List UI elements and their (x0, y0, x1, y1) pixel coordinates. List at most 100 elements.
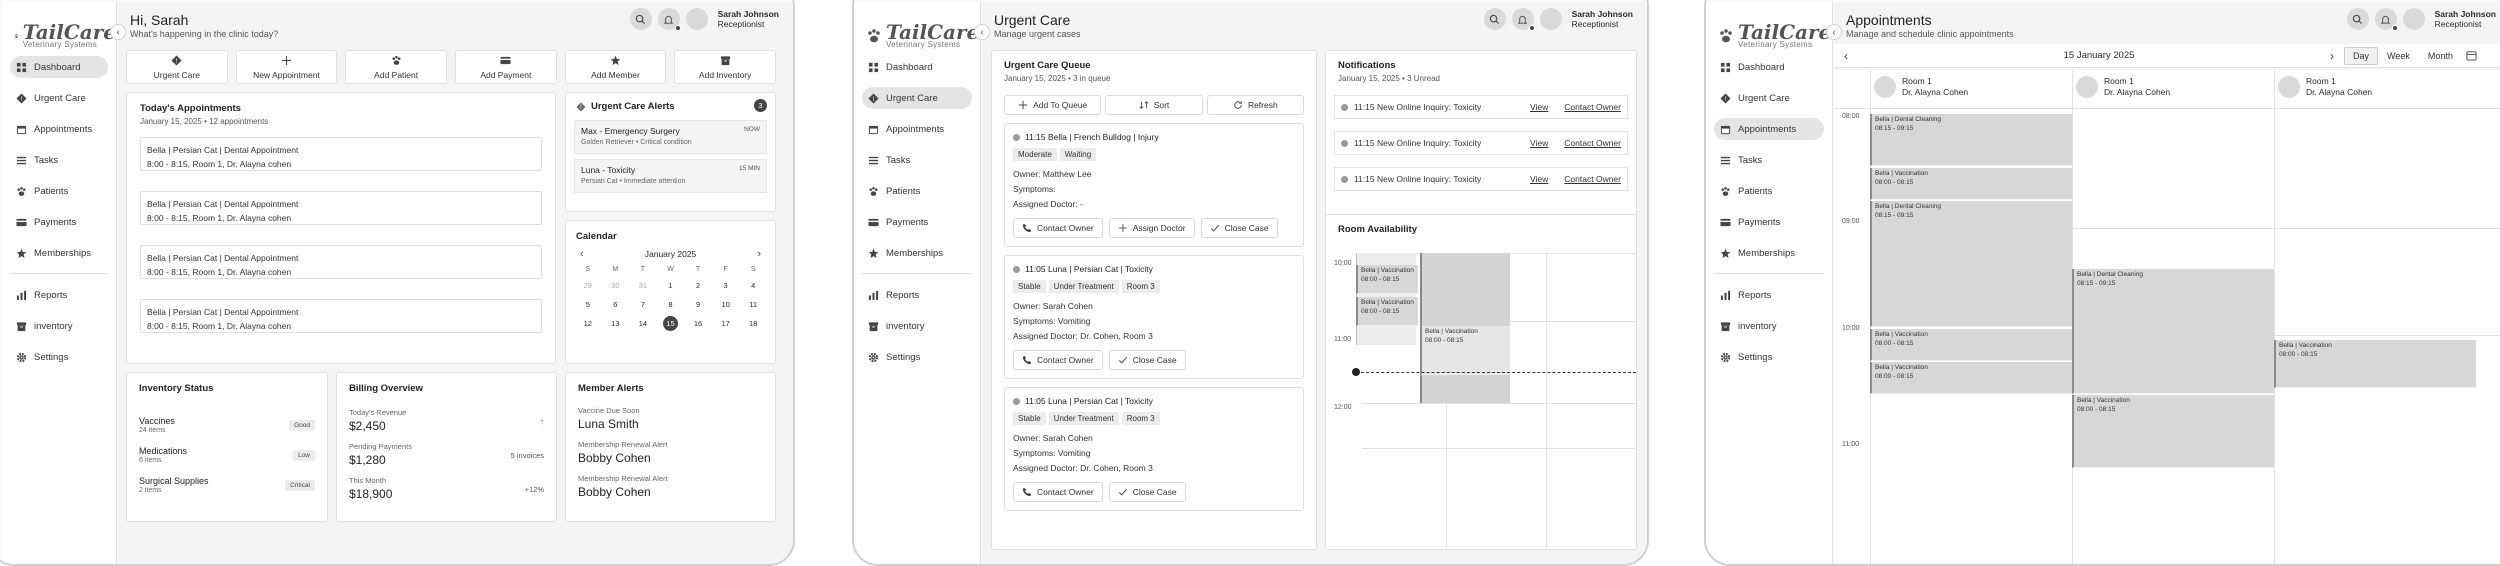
refresh-button[interactable]: Refresh (1206, 95, 1304, 115)
quick-action-new-appointment[interactable]: New Appointment (235, 50, 338, 84)
notification-item[interactable]: 11:15 New Online Inquiry: Toxicity View Co… (1334, 95, 1628, 119)
next-month-button[interactable]: › (757, 248, 761, 260)
avatar[interactable] (685, 8, 708, 30)
search-button[interactable] (2346, 8, 2369, 30)
quick-action-urgent-care[interactable]: ! Urgent Care (126, 50, 228, 84)
urgent-case-card[interactable]: 11:05 Luna | Persian Cat | Toxicity Stabl… (1004, 255, 1304, 379)
appointment-item[interactable]: Bella | Persian Cat | Dental Appointment… (140, 137, 542, 171)
calendar-day[interactable]: 10 (712, 295, 740, 314)
sidebar-item-urgent-care[interactable]: ! Urgent Care (1714, 87, 1824, 109)
inventory-row[interactable]: Surgical Supplies 2 items Critical (139, 476, 315, 494)
collapse-sidebar-button[interactable]: ‹ (110, 24, 126, 40)
collapse-sidebar-button[interactable]: ‹ (1826, 24, 1842, 40)
sidebar-item-dashboard[interactable]: Dashboard (1714, 56, 1824, 78)
sidebar-item-memberships[interactable]: Memberships (862, 242, 972, 264)
appointment-event[interactable]: Bella | Vaccination 08:00 - 08:15 (2072, 395, 2274, 468)
contact-owner-button[interactable]: Contact Owner (1013, 482, 1103, 502)
view-link[interactable]: View (1530, 138, 1548, 148)
contact-owner-link[interactable]: Contact Owner (1564, 174, 1621, 184)
search-button[interactable] (629, 8, 652, 30)
sidebar-item-tasks[interactable]: Tasks (862, 149, 972, 171)
calendar-day[interactable]: 18 (739, 314, 767, 333)
urgent-alert-item[interactable]: Max - Emergency Surgery Golden Retriever … (574, 120, 767, 154)
sidebar-item-memberships[interactable]: Memberships (1714, 242, 1824, 264)
calendar-day[interactable]: 7 (629, 295, 657, 314)
sidebar-item-settings[interactable]: Settings (1714, 346, 1824, 368)
quick-action-add-payment[interactable]: Add Payment (455, 50, 557, 84)
close-case-button[interactable]: Close Case (1108, 350, 1186, 370)
appointment-event[interactable]: Bella | Vaccination 08:00 - 08:15 (1870, 362, 2072, 394)
urgent-case-card[interactable]: 11:15 Bella | French Bulldog | Injury Mod… (1004, 123, 1304, 247)
sidebar-item-urgent-care[interactable]: ! Urgent Care (10, 87, 108, 109)
calendar-day[interactable]: 8 (657, 295, 685, 314)
appointment-item[interactable]: Bella | Persian Cat | Dental Appointment… (140, 245, 542, 279)
prev-month-button[interactable]: ‹ (580, 248, 584, 260)
calendar-day[interactable]: 2 (684, 276, 712, 295)
sidebar-item-inventory[interactable]: inventory (1714, 315, 1824, 337)
avatar[interactable] (1539, 8, 1562, 30)
calendar-day[interactable]: 9 (684, 295, 712, 314)
quick-action-add-inventory[interactable]: Add Inventory (674, 50, 776, 84)
add-to-queue-button[interactable]: Add To Queue (1004, 95, 1102, 115)
inventory-row[interactable]: Vaccines 24 items Good (139, 416, 315, 434)
notification-item[interactable]: 11:15 New Online Inquiry: Toxicity View Co… (1334, 167, 1628, 191)
sidebar-item-appointments[interactable]: Appointments (1714, 118, 1824, 140)
calendar-day[interactable]: 4 (739, 276, 767, 295)
calendar-day[interactable]: 5 (574, 295, 602, 314)
notifications-button[interactable] (1511, 8, 1535, 31)
contact-owner-link[interactable]: Contact Owner (1564, 138, 1621, 148)
sidebar-item-tasks[interactable]: Tasks (1714, 149, 1824, 171)
close-case-button[interactable]: Close Case (1108, 482, 1186, 502)
urgent-alert-item[interactable]: Luna - Toxicity Persian Cat • Immediate a… (574, 159, 767, 193)
notification-item[interactable]: 11:15 New Online Inquiry: Toxicity View Co… (1334, 131, 1628, 155)
view-tab-day[interactable]: Day (2344, 46, 2379, 65)
quick-action-add-patient[interactable]: Add Patient (345, 50, 447, 84)
sidebar-item-patients[interactable]: Patients (1714, 180, 1824, 202)
view-link[interactable]: View (1530, 174, 1548, 184)
view-tab-week[interactable]: Week (2378, 47, 2419, 65)
quick-action-add-member[interactable]: Add Member (564, 50, 667, 84)
member-alert-item[interactable]: Vaccine Due Soon Luna Smith (578, 406, 763, 431)
sidebar-item-tasks[interactable]: Tasks (10, 149, 108, 171)
sidebar-item-appointments[interactable]: Appointments (862, 118, 972, 140)
next-day-button[interactable]: › (2330, 49, 2334, 63)
calendar-day[interactable]: 12 (574, 314, 602, 333)
appointment-item[interactable]: Bella | Persian Cat | Dental Appointment… (140, 191, 542, 225)
close-case-button[interactable]: Close Case (1200, 218, 1278, 238)
room-event[interactable]: Bella | Vaccination 08:00 - 08:15 (1356, 297, 1418, 326)
sidebar-item-reports[interactable]: Reports (862, 284, 972, 306)
collapse-sidebar-button[interactable]: ‹ (974, 24, 990, 40)
member-alert-item[interactable]: Membership Renewal Alert Bobby Cohen (578, 474, 763, 499)
sidebar-item-reports[interactable]: Reports (1714, 284, 1824, 306)
calendar-day[interactable]: 13 (602, 314, 630, 333)
calendar-day[interactable]: 29 (574, 276, 602, 295)
appointment-event[interactable]: Bella | Vaccination 08:00 - 08:15 (1870, 329, 2072, 361)
sidebar-item-settings[interactable]: Settings (10, 346, 108, 368)
sidebar-item-reports[interactable]: Reports (10, 284, 108, 306)
calendar-day[interactable]: 30 (602, 276, 630, 295)
appointment-event[interactable]: Bella | Dental Cleaning 08:15 - 09:15 (1870, 201, 2072, 327)
sidebar-item-dashboard[interactable]: Dashboard (10, 56, 108, 78)
sidebar-item-patients[interactable]: Patients (862, 180, 972, 202)
sidebar-item-inventory[interactable]: inventory (862, 315, 972, 337)
view-tab-month[interactable]: Month (2419, 47, 2462, 65)
sidebar-item-payments[interactable]: Payments (1714, 211, 1824, 233)
sort-button[interactable]: Sort (1105, 95, 1203, 115)
calendar-day[interactable]: 31 (629, 276, 657, 295)
calendar-day[interactable]: 16 (684, 314, 712, 333)
notifications-button[interactable] (657, 8, 681, 31)
contact-owner-button[interactable]: Contact Owner (1013, 218, 1103, 238)
assign-doctor-button[interactable]: Assign Doctor (1108, 218, 1195, 238)
sidebar-item-memberships[interactable]: Memberships (10, 242, 108, 264)
calendar-day[interactable]: 3 (712, 276, 740, 295)
calendar-day[interactable]: 6 (602, 295, 630, 314)
urgent-case-card[interactable]: 11:05 Luna | Persian Cat | Toxicity Stabl… (1004, 387, 1304, 511)
contact-owner-button[interactable]: Contact Owner (1013, 350, 1103, 370)
sidebar-item-settings[interactable]: Settings (862, 346, 972, 368)
sidebar-item-dashboard[interactable]: Dashboard (862, 56, 972, 78)
calendar-icon[interactable] (2466, 50, 2477, 61)
sidebar-item-urgent-care[interactable]: ! Urgent Care (862, 87, 972, 109)
avatar[interactable] (2402, 8, 2425, 30)
calendar-day[interactable]: 17 (712, 314, 740, 333)
view-link[interactable]: View (1530, 102, 1548, 112)
